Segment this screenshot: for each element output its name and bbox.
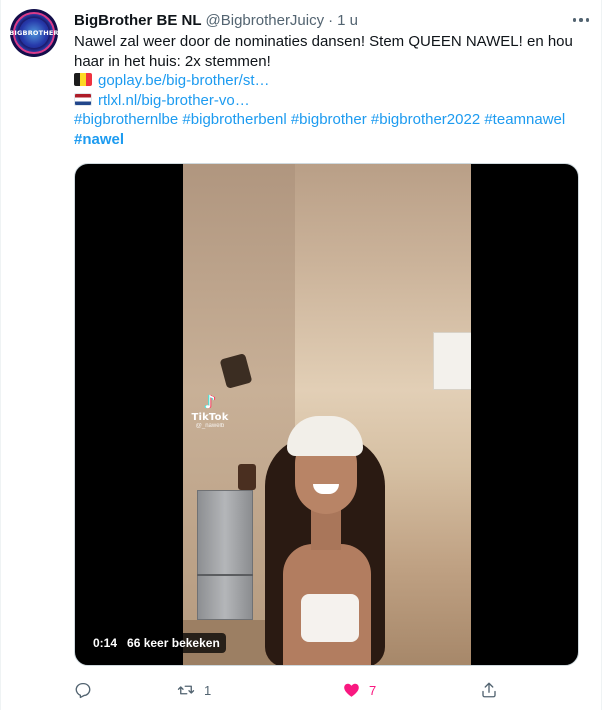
retweet-icon (177, 685, 195, 695)
retweet-button[interactable]: 1 (176, 676, 211, 704)
link-goplay[interactable]: goplay.be/big-brother/st… (98, 72, 269, 89)
retweet-count: 1 (204, 682, 212, 698)
hashtag-line-2: #nawel (74, 130, 594, 150)
avatar-logo-text: BIGBROTHER (10, 29, 58, 37)
hashtag-bigbrotherbenl[interactable]: #bigbrotherbenl (182, 111, 286, 128)
video-player[interactable]: ♪ TikTok @_nawelb 0:14 66 keer bekeken (74, 163, 579, 666)
video-duration: 0:14 (93, 636, 118, 650)
video-person-top (301, 594, 359, 642)
tiktok-watermark: ♪ TikTok @_nawelb (188, 392, 232, 430)
tiktok-handle: @_nawelb (195, 423, 225, 429)
video-info-overlay: 0:14 66 keer bekeken (87, 633, 226, 653)
hashtag-bigbrother[interactable]: #bigbrother (291, 111, 367, 128)
tiktok-label: TikTok (191, 412, 229, 423)
tweet-timestamp[interactable]: 1 u (337, 12, 358, 29)
reply-button[interactable] (74, 676, 100, 704)
more-dot (572, 18, 577, 22)
hashtag-teamnawel[interactable]: #teamnawel (484, 111, 565, 128)
more-dot (585, 18, 590, 22)
tiktok-logo-icon: ♪ (204, 392, 216, 413)
hashtag-nawel[interactable]: #nawel (74, 131, 124, 148)
author-name[interactable]: BigBrother BE NL (74, 12, 202, 29)
link-line-netherlands: rtlxl.nl/big-brother-vo… (74, 91, 594, 111)
tweet-actions-bar: 1 7 (74, 676, 504, 704)
avatar[interactable]: BIGBROTHER (10, 9, 58, 57)
video-view-count: 66 keer bekeken (127, 636, 220, 650)
tweet-header: BigBrother BE NL @BigbrotherJuicy · 1 u (74, 10, 581, 30)
hashtag-line: #bigbrothernlbe #bigbrotherbenl #bigbrot… (74, 110, 594, 130)
video-person-cap (287, 416, 363, 456)
video-person-neck (311, 510, 341, 550)
link-rtlxl[interactable]: rtlxl.nl/big-brother-vo… (98, 92, 250, 109)
video-scene-jar (238, 464, 256, 490)
tweet-text-line-1: Nawel zal weer door de nominaties dansen… (74, 33, 573, 50)
author-handle[interactable]: @BigbrotherJuicy (206, 12, 325, 29)
video-scene-air-conditioner (433, 332, 471, 390)
video-scene-fridge (197, 490, 253, 620)
share-button[interactable] (480, 676, 498, 704)
more-dot (579, 18, 583, 22)
hashtag-bigbrother2022[interactable]: #bigbrother2022 (371, 111, 480, 128)
header-separator: · (328, 11, 334, 29)
tweet-text: Nawel zal weer door de nominaties dansen… (74, 32, 594, 149)
reply-icon (75, 682, 91, 699)
link-line-belgium: goplay.be/big-brother/st… (74, 71, 594, 91)
more-dots-icon[interactable] (569, 12, 593, 28)
share-icon (482, 682, 496, 698)
hashtag-bigbrothernlbe[interactable]: #bigbrothernlbe (74, 111, 178, 128)
like-button[interactable]: 7 (342, 676, 376, 704)
tweet-text-line-2: haar in het huis: 2x stemmen! (74, 52, 271, 70)
tweet-card: BIGBROTHER BigBrother BE NL @BigbrotherJ… (0, 0, 602, 710)
like-count: 7 (369, 682, 377, 698)
heart-icon (344, 683, 359, 697)
belgium-flag-icon (74, 73, 92, 86)
video-scene-fridge-door (197, 574, 253, 576)
netherlands-flag-icon (74, 92, 92, 106)
